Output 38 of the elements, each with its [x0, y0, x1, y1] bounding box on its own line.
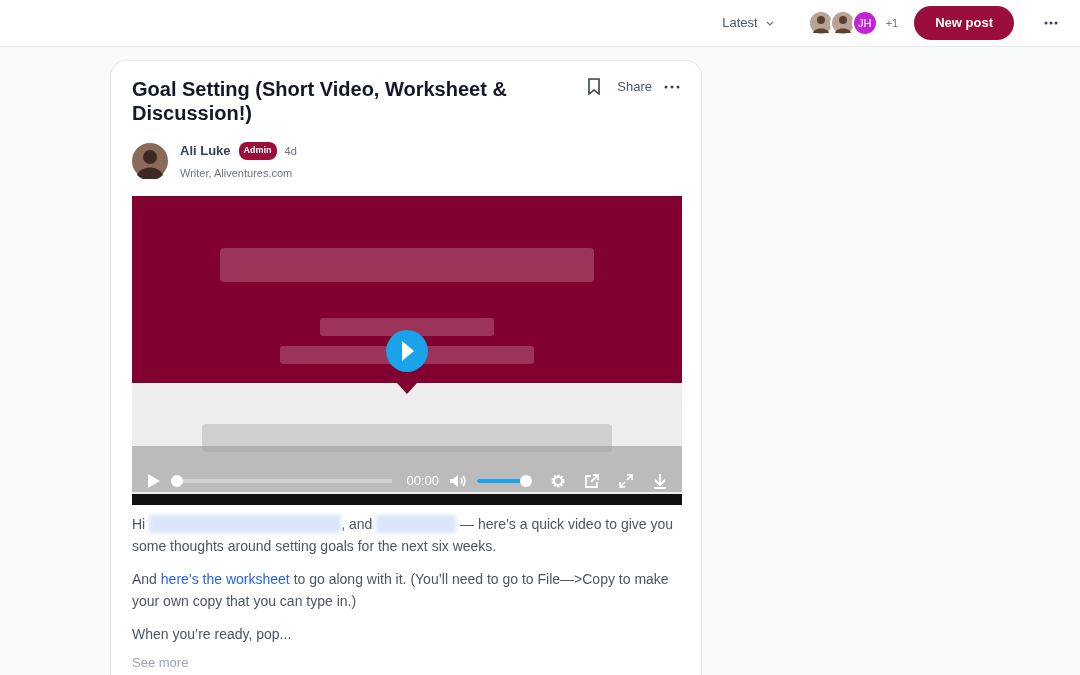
post-title: Goal Setting (Short Video, Worksheet & Discussion!) — [132, 77, 508, 125]
settings-icon — [550, 472, 566, 489]
play-button[interactable] — [147, 472, 161, 489]
worksheet-link[interactable]: here’s the worksheet — [160, 571, 290, 587]
more-icon — [664, 84, 680, 89]
fullscreen-icon — [618, 472, 634, 489]
more-button[interactable] — [664, 84, 680, 89]
popout-button[interactable] — [584, 472, 600, 489]
post-paragraph: When you’re ready, pop... — [132, 625, 293, 644]
role-badge: Admin — [238, 142, 277, 160]
share-button[interactable]: Share — [617, 77, 652, 97]
fullscreen-button[interactable] — [618, 472, 634, 489]
bookmark-icon — [587, 78, 602, 96]
video-time: 00:00 — [406, 471, 439, 490]
post-paragraph: Hi , and — here’s a quick video to give you some thoughts around setting goals for the next six weeks. — [132, 514, 675, 556]
download-button[interactable] — [652, 472, 668, 489]
member-count: +1 — [885, 15, 899, 31]
avatar[interactable] — [829, 10, 856, 36]
sort-dropdown[interactable]: Latest — [716, 12, 780, 34]
author-headline: Writer, Aliventures.com — [180, 165, 294, 181]
chevron-down-icon — [765, 20, 774, 26]
settings-button[interactable] — [550, 472, 566, 489]
author-name[interactable]: Ali Luke — [180, 141, 231, 161]
post-time: 4d — [284, 143, 297, 159]
person-icon — [832, 13, 853, 33]
external-link-icon — [584, 472, 600, 489]
person-icon — [810, 13, 831, 33]
avatar[interactable]: JH — [851, 10, 878, 36]
new-post-button[interactable]: New post — [914, 6, 1014, 40]
avatar[interactable] — [132, 143, 168, 179]
avatar[interactable] — [807, 10, 834, 36]
bookmark-button[interactable] — [587, 78, 602, 96]
post-paragraph: And here’s the worksheet to go along with it. (You’ll need to go to File—>Copy to make your own copy that you can type in.) — [132, 570, 670, 611]
play-icon — [147, 472, 161, 489]
volume-button[interactable] — [449, 473, 467, 488]
download-icon — [652, 472, 668, 489]
volume-icon — [449, 473, 467, 488]
more-icon — [1044, 21, 1058, 25]
